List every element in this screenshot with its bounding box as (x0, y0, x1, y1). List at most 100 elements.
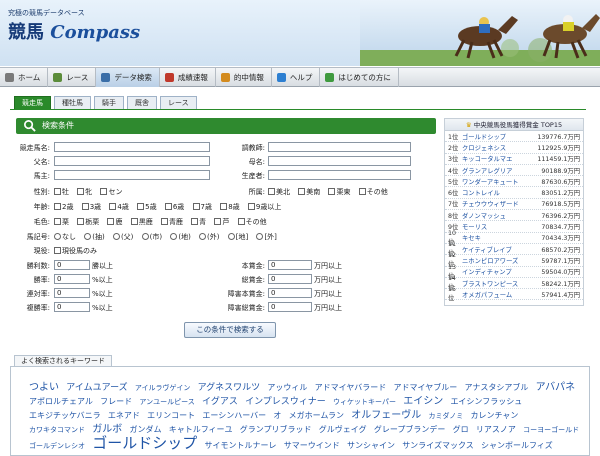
sex-option-gelding[interactable]: セン (100, 188, 122, 196)
site-logo[interactable]: 競馬 Compass (8, 18, 140, 44)
age-option[interactable]: 9歳以上 (247, 203, 281, 211)
ranking-horse-link[interactable]: キッコータルマエ (462, 154, 537, 163)
keyword-link[interactable]: アポロルチェアル (29, 397, 93, 406)
keyword-link[interactable]: サマーウインド (284, 441, 340, 450)
ranking-horse-link[interactable]: キセキ (462, 233, 541, 242)
keyword-link[interactable]: エキジチッケバニラ (29, 411, 101, 420)
horse-name-input[interactable] (54, 142, 210, 152)
keyword-link[interactable]: アンユールピース (139, 398, 194, 406)
keyword-link[interactable]: コーヨーゴールド (523, 426, 579, 434)
nav-data-search[interactable]: データ検索 (96, 68, 160, 87)
keyword-link[interactable]: つよい (29, 382, 59, 393)
origin-mark-option[interactable]: (抽) (84, 233, 105, 241)
tab-horse[interactable]: 競走馬 (14, 96, 51, 109)
nav-race[interactable]: レース (48, 68, 97, 87)
keyword-link[interactable]: ゴールドシップ (92, 434, 197, 452)
ranking-horse-link[interactable]: インディチャンプ (462, 267, 541, 276)
tab-stallion[interactable]: 種牡馬 (54, 96, 91, 109)
keyword-link[interactable]: シャンボールフィズ (481, 441, 553, 450)
active-only-option[interactable]: 現役馬のみ (54, 246, 97, 256)
keyword-link[interactable]: アイムユアーズ (66, 383, 127, 393)
origin-mark-option[interactable]: (父) (112, 233, 133, 241)
nav-home[interactable]: ホーム (0, 68, 49, 87)
belong-option-other[interactable]: その他 (358, 188, 388, 196)
belong-option-minami[interactable]: 美南 (298, 188, 320, 196)
age-option[interactable]: 5歳 (137, 203, 157, 211)
ranking-horse-link[interactable]: コントレイル (462, 188, 541, 197)
breeder-input[interactable] (268, 170, 411, 180)
tab-stable[interactable]: 厩舎 (127, 96, 157, 109)
coat-color-option[interactable]: 黒鹿 (130, 218, 153, 226)
age-option[interactable]: 3歳 (81, 203, 101, 211)
origin-mark-option[interactable]: [外] (256, 233, 277, 241)
ranking-horse-link[interactable]: チェウウウィザード (462, 199, 541, 208)
ranking-horse-link[interactable]: ワンダーアキュート (462, 177, 541, 186)
tab-jockey[interactable]: 騎手 (94, 96, 124, 109)
trainer-input[interactable] (268, 142, 411, 152)
coat-color-option[interactable]: 青 (191, 218, 206, 226)
keyword-link[interactable]: サンライズマックス (402, 441, 474, 450)
origin-mark-option[interactable]: なし (54, 233, 76, 241)
sex-option-female[interactable]: 牝 (77, 188, 92, 196)
keyword-link[interactable]: アドマイヤバラード (315, 383, 387, 392)
win-rate-input[interactable]: 0 (54, 274, 90, 284)
keyword-link[interactable]: オルフェーヴル (351, 410, 421, 421)
keyword-link[interactable]: インプレスウィナー (245, 397, 326, 407)
earnings-input[interactable]: 0 (268, 260, 312, 270)
keyword-link[interactable]: エーシンハーバー (202, 411, 266, 420)
ranking-horse-link[interactable]: モーリス (462, 222, 541, 231)
place-rate-input[interactable]: 0 (54, 288, 90, 298)
origin-mark-option[interactable]: (市) (141, 233, 162, 241)
age-option[interactable]: 7歳 (192, 203, 212, 211)
owner-input[interactable] (54, 170, 210, 180)
belong-option-ritto[interactable]: 栗東 (328, 188, 350, 196)
keyword-link[interactable]: グロ (453, 425, 469, 434)
keyword-link[interactable]: サイモントルナーレ (204, 441, 276, 450)
father-input[interactable] (54, 156, 210, 166)
keyword-link[interactable]: カワキタコマンド (29, 426, 85, 434)
keyword-link[interactable]: アッウィル (267, 383, 307, 392)
keyword-link[interactable]: アバパネ (536, 382, 576, 393)
keyword-link[interactable]: エリンコート (147, 411, 195, 420)
coat-color-option[interactable]: 芦 (214, 218, 229, 226)
ranking-horse-link[interactable]: ケイティブレイブ (462, 245, 541, 254)
ranking-horse-link[interactable]: ダノンマッシュ (462, 211, 541, 220)
origin-mark-option[interactable]: (外) (199, 233, 220, 241)
keyword-link[interactable]: サンシャイン (347, 441, 395, 450)
ranking-horse-link[interactable]: クロジェネシス (462, 143, 537, 152)
keyword-link[interactable]: アナスタシアブル (464, 383, 528, 392)
keyword-link[interactable]: エネアド (108, 411, 140, 420)
total-earnings-input[interactable]: 0 (268, 274, 312, 284)
sex-option-male[interactable]: 牡 (54, 188, 69, 196)
ranking-horse-link[interactable]: オメガパフューム (462, 290, 541, 299)
keyword-link[interactable]: メガホームラン (289, 411, 344, 420)
ranking-horse-link[interactable]: ニホンピロアワーズ (462, 256, 541, 265)
age-option[interactable]: 8歳 (220, 203, 240, 211)
keyword-link[interactable]: ゴールデンレシオ (29, 442, 85, 450)
keyword-link[interactable]: エイシン (403, 396, 443, 407)
keyword-link[interactable]: リアスノア (476, 425, 516, 434)
ranking-horse-link[interactable]: ブラストワンピース (462, 279, 541, 288)
keyword-link[interactable]: カミダノミ (428, 412, 463, 420)
ranking-horse-link[interactable]: グランアレグリア (462, 166, 541, 175)
keyword-link[interactable]: エイシンフラッシュ (450, 397, 522, 406)
belong-option-mihoku[interactable]: 美北 (268, 188, 290, 196)
origin-mark-option[interactable]: [地] (227, 233, 248, 241)
age-option[interactable]: 6歳 (164, 203, 184, 211)
keyword-link[interactable]: フレード (100, 397, 132, 406)
keyword-link[interactable]: アイルラヴゲイン (135, 384, 191, 392)
nav-hit-info[interactable]: 的中情報 (216, 68, 272, 87)
origin-mark-option[interactable]: (地) (170, 233, 191, 241)
nav-help[interactable]: ヘルプ (272, 68, 321, 87)
keyword-link[interactable]: ガンダム (129, 425, 161, 434)
coat-color-option[interactable]: その他 (237, 218, 267, 226)
keyword-link[interactable]: オ (273, 411, 281, 420)
ranking-horse-link[interactable]: ゴールドシップ (462, 132, 537, 141)
keyword-link[interactable]: カレンチャン (470, 411, 518, 420)
coat-color-option[interactable]: 栃栗 (77, 218, 99, 226)
keyword-link[interactable]: アドマイヤブルー (393, 383, 457, 392)
tab-race[interactable]: レース (160, 96, 197, 109)
keyword-link[interactable]: ウィケットキーパー (333, 398, 396, 406)
keyword-link[interactable]: グルヴェイグ (319, 425, 367, 434)
nav-beginners[interactable]: はじめての方に (320, 68, 399, 87)
